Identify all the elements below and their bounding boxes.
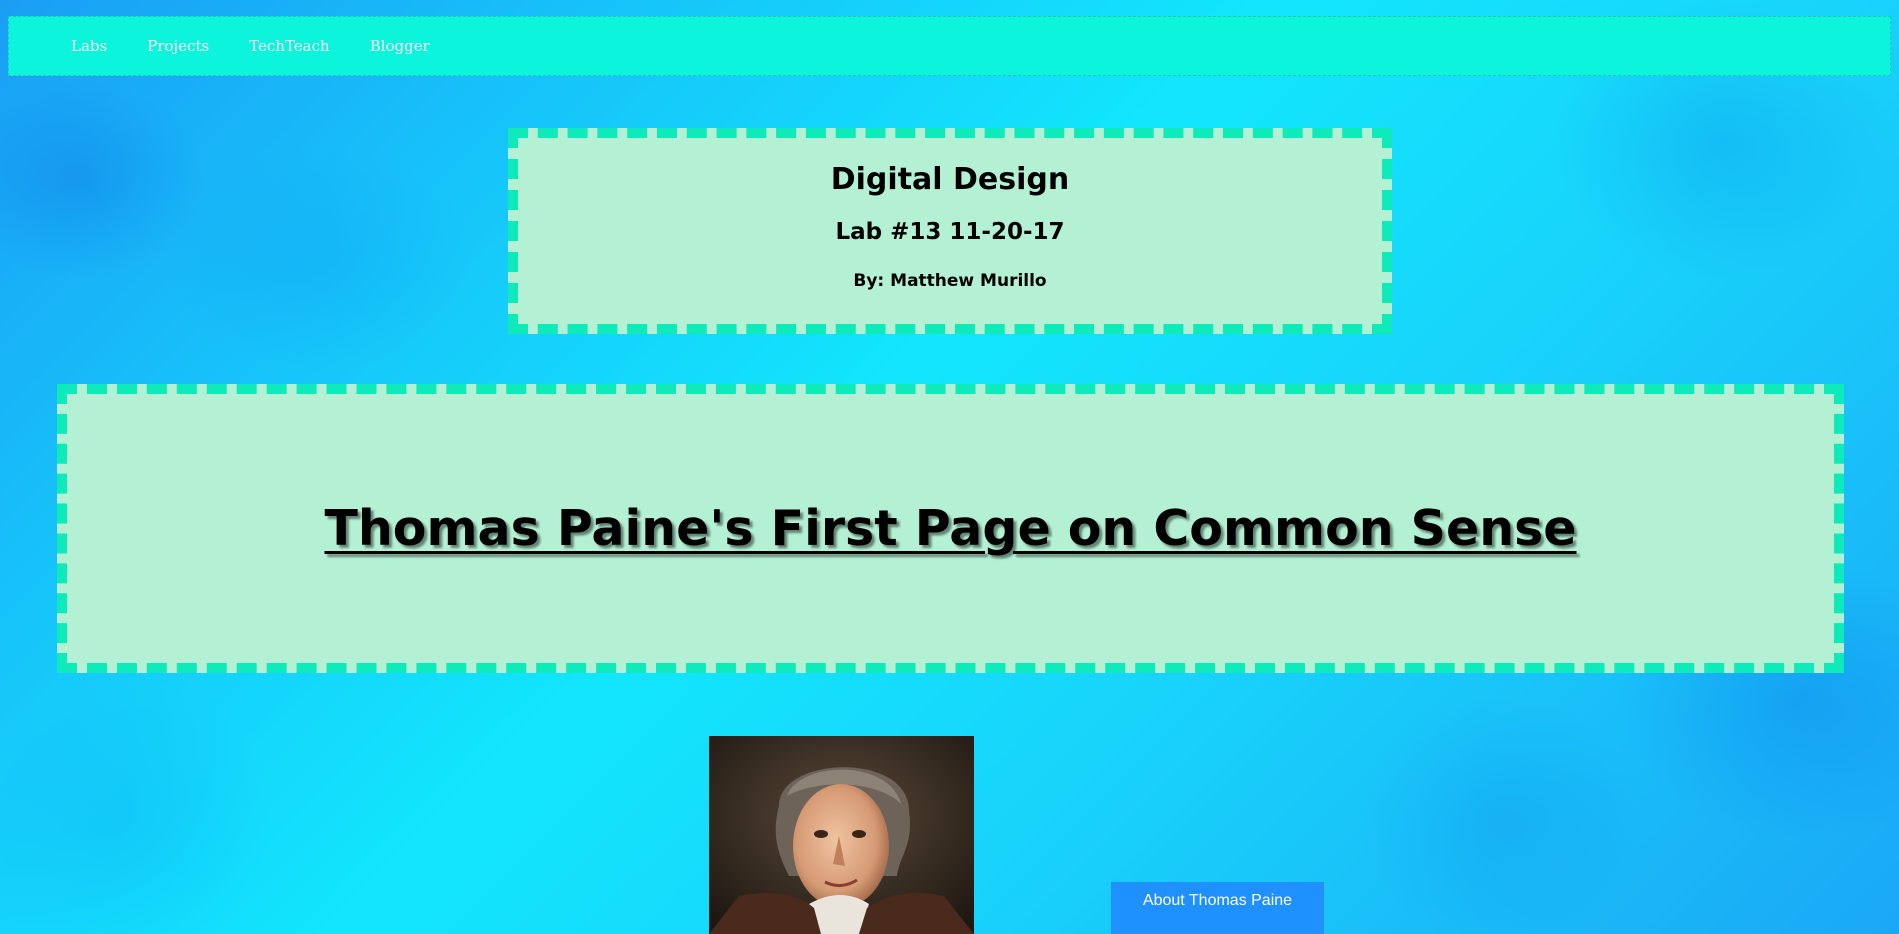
nav-item-techteach[interactable]: TechTeach (249, 37, 330, 55)
banner-title: Thomas Paine's First Page on Common Sens… (324, 500, 1577, 557)
banner-box: Thomas Paine's First Page on Common Sens… (57, 384, 1844, 673)
page-title: Digital Design (830, 162, 1070, 197)
author-line: By: Matthew Murillo (853, 271, 1047, 291)
nav-list: Labs Projects TechTeach Blogger (71, 17, 430, 75)
thomas-paine-portrait (709, 736, 974, 934)
lab-subtitle: Lab #13 11-20-17 (835, 219, 1065, 245)
top-navbar: Labs Projects TechTeach Blogger (8, 16, 1891, 76)
nav-item-projects[interactable]: Projects (147, 37, 209, 55)
header-box: Digital Design Lab #13 11-20-17 By: Matt… (508, 128, 1392, 334)
portrait-image (709, 736, 974, 934)
nav-item-blogger[interactable]: Blogger (370, 37, 430, 55)
nav-item-labs[interactable]: Labs (71, 37, 107, 55)
about-thomas-paine-button[interactable]: About Thomas Paine (1111, 882, 1324, 934)
